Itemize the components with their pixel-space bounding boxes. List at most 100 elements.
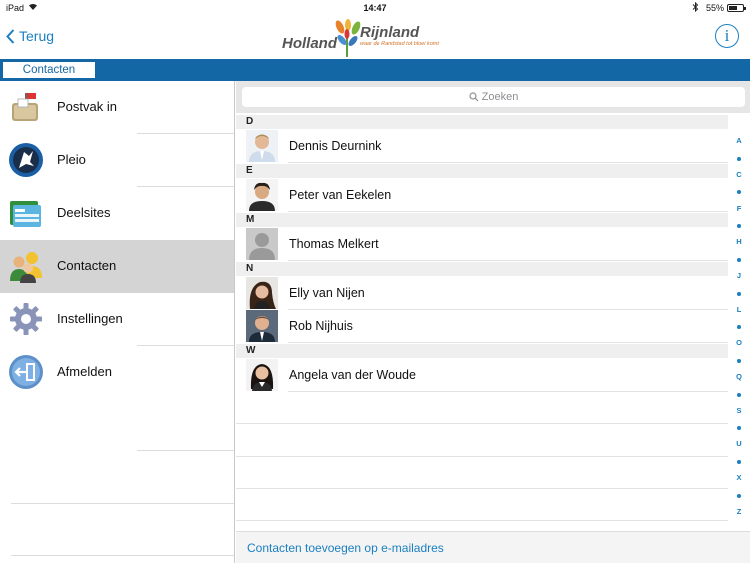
index-dot — [737, 325, 741, 329]
index-dot — [737, 224, 741, 228]
back-label: Terug — [19, 28, 55, 44]
sidebar-item-label: Postvak in — [57, 99, 117, 114]
sidebar-item-label: Pleio — [57, 152, 86, 167]
sidebar: Postvak in Pleio Deelsites Contacten Ins… — [0, 81, 235, 563]
battery-icon — [727, 4, 746, 12]
divider — [236, 520, 728, 521]
divider — [11, 503, 234, 504]
contact-row[interactable]: Rob Nijhuis — [236, 309, 728, 342]
divider — [288, 162, 728, 163]
search-input[interactable]: Zoeken — [242, 87, 745, 107]
index-letter-j[interactable]: J — [730, 271, 748, 280]
back-button[interactable]: Terug — [6, 28, 54, 44]
avatar — [246, 359, 278, 391]
sidebar-item-label: Instellingen — [57, 311, 123, 326]
navigation-bar: Terug Holland Rijnland waar de Randstad … — [0, 16, 750, 59]
status-bar: iPad 14:47 55% — [0, 0, 750, 16]
index-dot — [737, 426, 741, 430]
index-dot — [737, 359, 741, 363]
pleio-icon — [8, 142, 44, 178]
divider — [236, 423, 728, 424]
index-dot — [737, 393, 741, 397]
logo-text-rijnland: Rijnland — [360, 24, 420, 41]
avatar — [246, 130, 278, 162]
index-letter-q[interactable]: Q — [730, 372, 748, 381]
contact-name: Elly van Nijen — [289, 286, 365, 300]
sidebar-item-label: Afmelden — [57, 364, 112, 379]
index-letter-a[interactable]: A — [730, 136, 748, 145]
contact-row[interactable]: Thomas Melkert — [236, 227, 728, 260]
section-header-d: D — [236, 115, 728, 129]
sidebar-item-label: Contacten — [57, 258, 117, 273]
index-letter-l[interactable]: L — [730, 305, 748, 314]
add-contacts-by-email-link[interactable]: Contacten toevoegen op e-mailadres — [247, 541, 444, 555]
sidebar-item-instellingen[interactable]: Instellingen — [0, 293, 234, 346]
avatar — [246, 310, 278, 342]
divider — [288, 391, 728, 392]
divider — [236, 488, 728, 489]
index-dot — [737, 258, 741, 262]
contact-name: Angela van der Woude — [289, 368, 416, 382]
section-bar: Contacten — [0, 59, 750, 81]
chevron-left-icon — [6, 28, 15, 44]
index-letter-z[interactable]: Z — [730, 507, 748, 516]
tab-contacten[interactable]: Contacten — [3, 62, 95, 78]
divider — [288, 211, 728, 212]
sidebar-item-afmelden[interactable]: Afmelden — [0, 346, 234, 399]
sidebar-item-label: Deelsites — [57, 205, 111, 220]
contact-name: Thomas Melkert — [289, 237, 379, 251]
index-letter-h[interactable]: H — [730, 237, 748, 246]
index-dot — [737, 190, 741, 194]
sidebar-item-deelsites[interactable]: Deelsites — [0, 187, 234, 240]
search-placeholder: Zoeken — [481, 91, 519, 103]
avatar — [246, 277, 278, 309]
index-dot — [737, 157, 741, 161]
divider — [288, 342, 728, 343]
index-letter-o[interactable]: O — [730, 338, 748, 347]
contacts-icon — [8, 248, 44, 284]
footer-bar: Contacten toevoegen op e-mailadres — [236, 531, 750, 563]
sidebar-item-postvak-in[interactable]: Postvak in — [0, 81, 234, 134]
index-letter-u[interactable]: U — [730, 439, 748, 448]
section-header-e: E — [236, 164, 728, 178]
contact-row[interactable]: Peter van Eekelen — [236, 178, 728, 211]
divider — [11, 555, 234, 556]
avatar-placeholder — [246, 228, 278, 260]
index-letter-x[interactable]: X — [730, 473, 748, 482]
contact-row[interactable]: Dennis Deurnink — [236, 129, 728, 162]
contact-name: Peter van Eekelen — [289, 188, 392, 202]
section-header-m: M — [236, 213, 728, 227]
gear-icon — [8, 301, 44, 337]
mailbox-icon — [8, 89, 44, 125]
section-header-n: N — [236, 262, 728, 276]
alphabet-index[interactable]: A C F H J L O Q S U X Z — [730, 136, 748, 536]
bluetooth-icon — [692, 1, 699, 14]
holland-rijnland-logo: Holland Rijnland waar de Randstad tot bl… — [282, 18, 472, 58]
contact-name: Dennis Deurnink — [289, 139, 382, 153]
index-letter-s[interactable]: S — [730, 406, 748, 415]
contact-row[interactable]: Angela van der Woude — [236, 358, 728, 391]
logout-icon — [8, 354, 44, 390]
logo-text-holland: Holland — [282, 35, 337, 52]
divider — [288, 260, 728, 261]
index-letter-c[interactable]: C — [730, 170, 748, 179]
divider — [137, 450, 234, 451]
avatar — [246, 179, 278, 211]
clock: 14:47 — [363, 3, 387, 13]
logo-tagline: waar de Randstad tot bloei komt — [360, 41, 439, 47]
deelsites-icon — [8, 195, 44, 231]
index-dot — [737, 292, 741, 296]
index-letter-f[interactable]: F — [730, 204, 748, 213]
divider — [236, 456, 728, 457]
index-dot — [737, 494, 741, 498]
contacts-panel: Zoeken D Dennis Deurnink E Peter van Eek… — [236, 81, 750, 563]
sidebar-item-pleio[interactable]: Pleio — [0, 134, 234, 187]
index-dot — [737, 460, 741, 464]
sidebar-item-contacten[interactable]: Contacten — [0, 240, 234, 293]
section-header-w: W — [236, 344, 728, 358]
search-icon — [469, 92, 479, 102]
info-button[interactable]: i — [715, 24, 739, 48]
contact-row[interactable]: Elly van Nijen — [236, 276, 728, 309]
search-bar: Zoeken — [236, 81, 750, 113]
battery-percent: 55% — [706, 3, 725, 13]
